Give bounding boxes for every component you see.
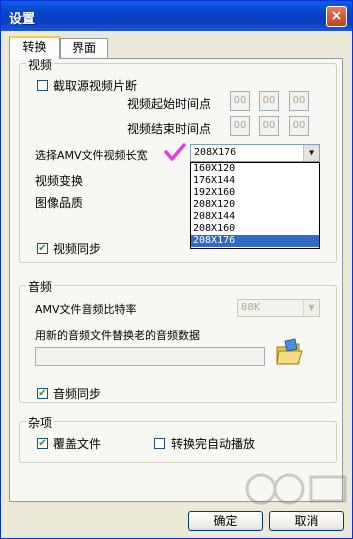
size-option[interactable]: 208X160 — [191, 223, 319, 235]
watermark-logo — [245, 473, 347, 505]
chevron-down-icon[interactable]: ▼ — [303, 145, 319, 161]
replace-audio-label: 用新的音频文件替换老的音频数据 — [35, 329, 200, 342]
title-bar[interactable]: 设置 × — [1, 1, 352, 31]
open-folder-icon[interactable] — [275, 337, 303, 367]
cancel-button[interactable]: 取消 — [269, 511, 344, 531]
misc-group-label: 杂项 — [26, 414, 55, 431]
audio-sync-label: 音频同步 — [53, 387, 102, 401]
start-minute-input[interactable]: 00 — [259, 91, 279, 111]
audio-sync-checkbox[interactable]: ✔ — [37, 388, 48, 399]
settings-window: 设置 × 转换 界面 视频 截取源视频片断 视频起始时间点 00 00 00 视… — [0, 0, 353, 539]
autoplay-checkbox[interactable] — [154, 438, 165, 449]
size-option-selected[interactable]: 208X176 — [191, 235, 319, 247]
transform-label: 视频变换 — [35, 174, 84, 188]
close-button[interactable]: × — [326, 6, 347, 27]
end-time-label: 视频结束时间点 — [127, 122, 212, 136]
size-select-value: 208X176 — [194, 147, 237, 158]
audio-path-input[interactable] — [35, 347, 265, 366]
window-title: 设置 — [9, 12, 36, 27]
tab-interface[interactable]: 界面 — [60, 38, 108, 58]
bitrate-select[interactable]: 88K ▼ — [237, 299, 320, 317]
end-minute-input[interactable]: 00 — [259, 116, 279, 136]
size-option[interactable]: 208X120 — [191, 199, 319, 211]
annotation-check-icon — [164, 143, 186, 161]
autoplay-label: 转换完自动播放 — [171, 437, 256, 451]
bitrate-label: AMV文件音频比特率 — [35, 303, 137, 316]
size-option[interactable]: 176X144 — [191, 175, 319, 187]
ok-button[interactable]: 确定 — [188, 511, 263, 531]
extract-checkbox[interactable] — [37, 80, 48, 91]
size-select[interactable]: 208X176 ▼ — [190, 144, 320, 162]
extract-label: 截取源视频片断 — [53, 79, 138, 93]
size-option[interactable]: 160X120 — [191, 163, 319, 175]
start-hour-input[interactable]: 00 — [230, 91, 250, 111]
tab-convert[interactable]: 转换 — [9, 36, 60, 59]
bitrate-select-value: 88K — [241, 302, 261, 313]
overwrite-checkbox[interactable]: ✔ — [37, 438, 48, 449]
size-option[interactable]: 208X144 — [191, 211, 319, 223]
video-sync-checkbox[interactable]: ✔ — [37, 243, 48, 254]
start-second-input[interactable]: 00 — [289, 91, 309, 111]
size-option[interactable]: 192X160 — [191, 187, 319, 199]
end-second-input[interactable]: 00 — [289, 116, 309, 136]
audio-group-label: 音频 — [26, 278, 55, 295]
end-hour-input[interactable]: 00 — [230, 116, 250, 136]
size-label: 选择AMV文件视频长宽 — [35, 149, 148, 162]
start-time-label: 视频起始时间点 — [127, 97, 212, 111]
overwrite-label: 覆盖文件 — [53, 437, 102, 451]
video-sync-label: 视频同步 — [53, 242, 102, 256]
quality-label: 图像品质 — [35, 196, 84, 210]
chevron-down-icon: ▼ — [303, 300, 319, 316]
size-dropdown-list[interactable]: 160X120 176X144 192X160 208X120 208X144 … — [190, 162, 320, 249]
